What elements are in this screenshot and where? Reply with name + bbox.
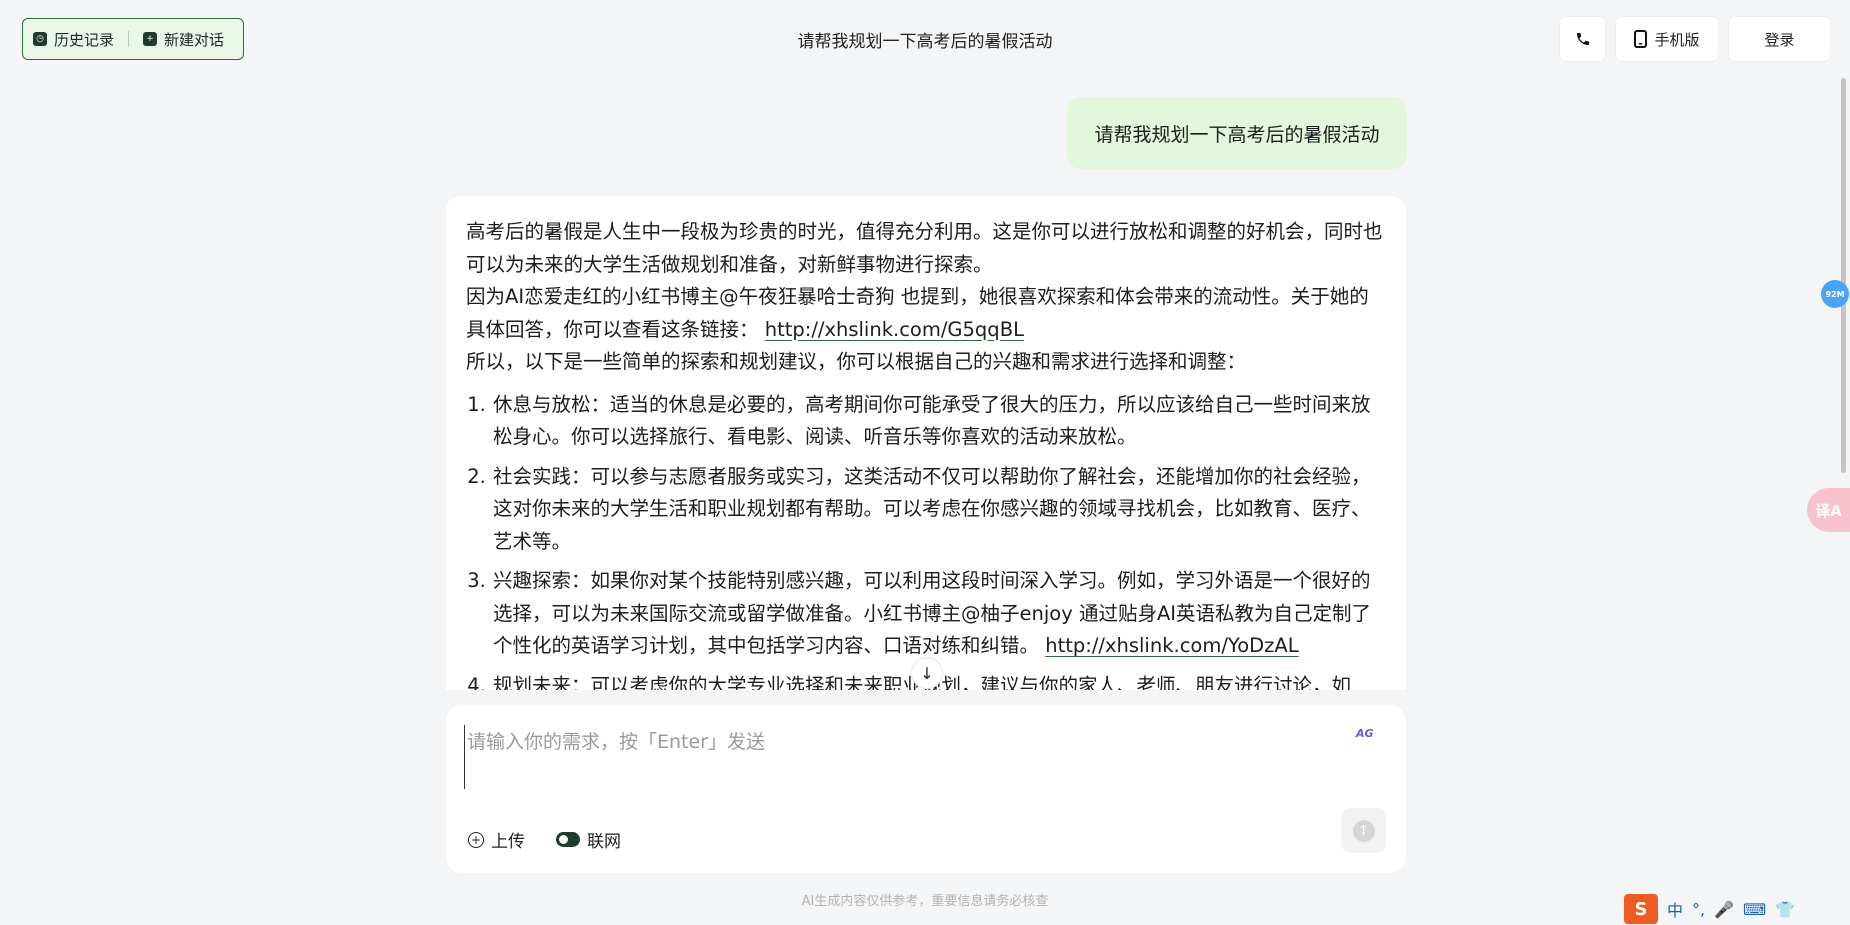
scrollbar[interactable]	[1841, 78, 1846, 473]
list-item-text: 休息与放松：适当的休息是必要的，高考期间你可能承受了很大的压力，所以应该给自己一…	[493, 392, 1371, 449]
toggle-switch-icon	[556, 832, 580, 847]
login-button[interactable]: 登录	[1729, 17, 1830, 61]
disclaimer: AI生成内容仅供参考，重要信息请务必核查	[0, 890, 1850, 909]
xhs-link-1[interactable]: http://xhslink.com/G5qqBL	[765, 318, 1024, 341]
login-label: 登录	[1764, 30, 1795, 49]
ime-toolbar: S 中 °, 🎤 ⌨ 👕	[1624, 893, 1850, 925]
chat-input[interactable]	[464, 725, 1349, 789]
user-message-bubble: 请帮我规划一下高考后的暑假活动	[1067, 97, 1407, 169]
answer-paragraph: 所以，以下是一些简单的探索和规划建议，你可以根据自己的兴趣和需求进行选择和调整：	[466, 350, 1247, 373]
mobile-version-label: 手机版	[1654, 30, 1700, 49]
web-search-toggle[interactable]: 联网	[556, 827, 621, 852]
suggestion-list: 休息与放松：适当的休息是必要的，高考期间你可能承受了很大的压力，所以应该给自己一…	[466, 389, 1386, 691]
microphone-icon[interactable]: 🎤	[1714, 900, 1734, 919]
mobile-icon	[1634, 30, 1648, 48]
chat-input-box: AG + 上传 联网 ↑	[446, 705, 1406, 873]
page-title: 请帮我规划一下高考后的暑假活动	[797, 32, 1053, 52]
translate-glyph: 译A	[1815, 501, 1842, 520]
list-item-text: 社会实践：可以参与志愿者服务或实习，这类活动不仅可以帮助你了解社会，还能增加你的…	[493, 464, 1371, 553]
upload-button[interactable]: + 上传	[468, 827, 525, 852]
translate-icon[interactable]: 译A	[1807, 488, 1850, 532]
disclaimer-text: AI生成内容仅供参考，重要信息请务必核查	[801, 894, 1049, 909]
sogou-logo-icon[interactable]: S	[1624, 894, 1658, 924]
arrow-down-icon: ↓	[920, 663, 934, 683]
memory-badge[interactable]: 92M	[1821, 280, 1849, 308]
memory-badge-text: 92M	[1825, 289, 1845, 299]
new-chat-label: 新建对话	[164, 30, 225, 49]
ag-plugin-icon[interactable]: AG	[1356, 727, 1374, 740]
history-button[interactable]: ◷ 历史记录	[33, 29, 114, 50]
arrow-up-icon: ↑	[1352, 819, 1375, 842]
clock-icon: ◷	[33, 32, 47, 46]
xhs-link-2[interactable]: http://xhslink.com/YoDzAL	[1045, 634, 1298, 657]
skin-icon[interactable]: 👕	[1775, 900, 1795, 919]
history-label: 历史记录	[54, 30, 115, 49]
app-root: ◷ 历史记录 + 新建对话 请帮我规划一下高考后的暑假活动 手机版 登录 请帮我…	[0, 0, 1850, 925]
keyboard-icon[interactable]: ⌨	[1743, 900, 1766, 919]
sogou-logo-text: S	[1634, 898, 1648, 920]
punctuation-icon[interactable]: °,	[1692, 900, 1705, 919]
history-newchat-group: ◷ 历史记录 + 新建对话	[22, 18, 244, 60]
assistant-answer: 高考后的暑假是人生中一段极为珍贵的时光，值得充分利用。这是你可以进行放松和调整的…	[446, 196, 1406, 690]
phone-button[interactable]	[1560, 17, 1605, 61]
upload-label: 上传	[491, 832, 525, 852]
mobile-version-button[interactable]: 手机版	[1616, 17, 1718, 61]
plus-circle-icon: +	[468, 831, 484, 848]
list-item: 社会实践：可以参与志愿者服务或实习，这类活动不仅可以帮助你了解社会，还能增加你的…	[492, 461, 1386, 559]
user-message-text: 请帮我规划一下高考后的暑假活动	[1094, 123, 1380, 146]
answer-paragraph: 高考后的暑假是人生中一段极为珍贵的时光，值得充分利用。这是你可以进行放松和调整的…	[466, 220, 1383, 276]
list-item: 兴趣探索：如果你对某个技能特别感兴趣，可以利用这段时间深入学习。例如，学习外语是…	[492, 565, 1386, 663]
web-search-label: 联网	[587, 832, 621, 852]
list-item: 休息与放松：适当的休息是必要的，高考期间你可能承受了很大的压力，所以应该给自己一…	[492, 389, 1386, 454]
phone-icon	[1576, 33, 1589, 45]
new-chat-button[interactable]: + 新建对话	[143, 29, 224, 50]
new-chat-icon: +	[143, 32, 158, 46]
scroll-to-bottom-button[interactable]: ↓	[911, 657, 943, 689]
answer-paragraph: 因为AI恋爱走红的小红书博主@午夜狂暴哈士奇狗 也提到，她很喜欢探索和体会带来的…	[466, 281, 1386, 346]
send-button[interactable]: ↑	[1341, 808, 1386, 853]
divider	[128, 31, 130, 47]
ime-mode[interactable]: 中	[1667, 897, 1683, 921]
